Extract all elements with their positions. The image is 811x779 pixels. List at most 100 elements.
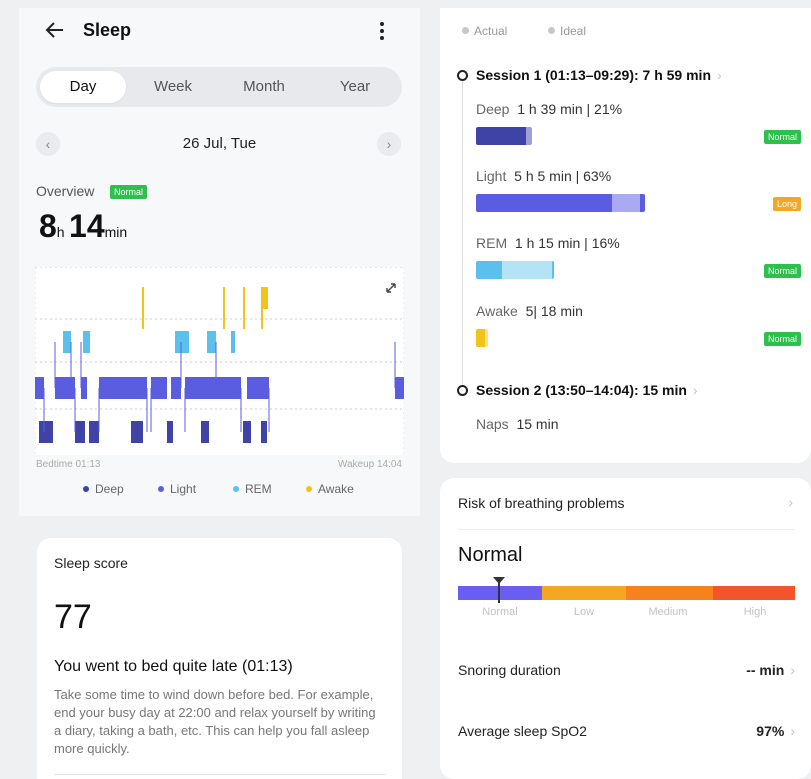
breathing-risk-title[interactable]: Risk of breathing problems xyxy=(458,495,625,511)
more-options-icon[interactable] xyxy=(375,19,389,43)
deep-segment xyxy=(243,421,251,443)
awake-dot-icon xyxy=(306,485,312,492)
light-segment xyxy=(185,377,241,399)
awake-segment xyxy=(243,287,245,329)
snoring-duration-row[interactable]: Snoring duration -- min › xyxy=(458,662,795,678)
session-2-header[interactable]: Session 2 (13:50–14:04): 15 min › xyxy=(476,382,698,398)
overview-status-badge: Normal xyxy=(110,185,148,199)
tab-day[interactable]: Day xyxy=(40,71,126,103)
legend-actual-label: Actual xyxy=(474,24,508,38)
awake-segment xyxy=(142,287,144,329)
current-date: 26 Jul, Tue xyxy=(182,135,257,152)
stage-light-badge: Long xyxy=(772,197,801,211)
tab-month[interactable]: Month xyxy=(221,71,307,103)
deep-segment xyxy=(261,421,267,443)
light-segment xyxy=(35,377,44,399)
rem-segment xyxy=(63,331,71,353)
session-1-label: Session 1 (01:13–09:29): 7 h 59 min xyxy=(476,67,711,83)
next-day-button[interactable]: › xyxy=(377,132,401,156)
wakeup-label: Wakeup 14:04 xyxy=(337,459,402,470)
sleep-score-headline: You went to bed quite late (01:13) xyxy=(54,658,293,675)
chevron-right-icon: › xyxy=(790,723,795,739)
session-timeline-line xyxy=(462,80,463,385)
legend-awake: Awake xyxy=(306,482,354,496)
light-dot-icon xyxy=(158,485,164,492)
stage-awake-label: Awake 5| 18 min xyxy=(476,303,583,319)
chevron-right-icon[interactable]: › xyxy=(788,494,793,510)
page-title: Sleep xyxy=(83,20,132,40)
ideal-dot-icon xyxy=(548,27,555,35)
risk-level-medium-segment xyxy=(626,586,713,600)
sleep-day-panel: Sleep Day Week Month Year ‹ 26 Jul, Tue … xyxy=(19,8,420,516)
chevron-right-icon: › xyxy=(692,382,698,398)
session-2-label: Session 2 (13:50–14:04): 15 min xyxy=(476,382,687,398)
spo2-label: Average sleep SpO2 xyxy=(458,723,587,739)
stage-rem-label: REM 1 h 15 min | 16% xyxy=(476,235,620,251)
rem-segment xyxy=(231,331,235,353)
divider xyxy=(458,529,795,530)
deep-segment xyxy=(89,421,99,443)
stage-deep-name: Deep xyxy=(476,101,510,117)
sleep-score-value: 77 xyxy=(54,598,92,636)
awake-segment xyxy=(223,287,225,329)
legend-rem-label: REM xyxy=(245,482,272,496)
stage-rem-badge: Normal xyxy=(763,264,801,278)
bedtime-label: Bedtime 01:13 xyxy=(36,459,101,470)
light-segment xyxy=(99,377,147,399)
risk-label-low: Low xyxy=(573,606,595,618)
duration-hours-unit: h xyxy=(56,224,65,240)
risk-level-low-segment xyxy=(542,586,626,600)
legend-actual: Actual xyxy=(462,24,507,38)
rem-dot-icon xyxy=(233,485,239,492)
awake-segment xyxy=(261,287,263,329)
date-navigator: ‹ 26 Jul, Tue › xyxy=(19,129,420,159)
legend-ideal-label: Ideal xyxy=(560,24,587,38)
risk-label-high: High xyxy=(743,606,767,618)
sleep-stage-chart[interactable] xyxy=(35,267,404,455)
period-tabs: Day Week Month Year xyxy=(36,67,402,107)
legend-ideal: Ideal xyxy=(548,24,586,38)
deep-segment xyxy=(167,421,173,443)
stage-awake-name: Awake xyxy=(476,303,518,319)
legend-light-label: Light xyxy=(170,482,197,496)
session-2-marker-icon xyxy=(457,385,468,396)
legend-awake-label: Awake xyxy=(318,482,354,496)
legend-deep-label: Deep xyxy=(95,482,124,496)
session-1-marker-icon xyxy=(457,70,468,81)
snoring-duration-value: -- min xyxy=(746,662,785,678)
legend-deep: Deep xyxy=(83,482,124,496)
sleep-score-label: Sleep score xyxy=(54,555,128,571)
stage-deep-badge: Normal xyxy=(763,130,801,144)
awake-segment xyxy=(263,287,268,309)
header: Sleep xyxy=(19,8,420,58)
stage-deep-label: Deep 1 h 39 min | 21% xyxy=(476,101,622,117)
breathing-risk-status: Normal xyxy=(458,544,523,566)
tab-year[interactable]: Year xyxy=(312,71,398,103)
rem-segment xyxy=(83,331,90,353)
light-segment xyxy=(151,377,167,399)
snoring-duration-label: Snoring duration xyxy=(458,662,561,678)
rem-segment xyxy=(207,331,216,353)
overview-label: Overview xyxy=(36,183,95,199)
actual-dot-icon xyxy=(462,27,469,35)
back-arrow-icon[interactable] xyxy=(43,18,67,42)
risk-level-high-segment xyxy=(713,586,795,600)
stage-rem-value: 1 h 15 min | 16% xyxy=(514,235,620,251)
stage-rem-name: REM xyxy=(476,235,508,251)
stage-deep-bar xyxy=(476,127,532,145)
spo2-row[interactable]: Average sleep SpO2 97% › xyxy=(458,723,795,739)
breathing-risk-card: Risk of breathing problems › Normal Norm… xyxy=(440,478,811,779)
light-segment xyxy=(247,377,269,399)
stage-awake-value: 5| 18 min xyxy=(525,303,583,319)
deep-segment xyxy=(131,421,143,443)
duration-minutes: 14 xyxy=(69,208,105,244)
tab-week[interactable]: Week xyxy=(130,71,216,103)
naps-label: Naps xyxy=(476,416,509,432)
duration-minutes-unit: min xyxy=(104,224,128,240)
session-1-header[interactable]: Session 1 (01:13–09:29): 7 h 59 min › xyxy=(476,67,722,83)
deep-segment xyxy=(39,421,53,443)
deep-dot-icon xyxy=(83,485,89,492)
sleep-score-card[interactable]: Sleep score 77 You went to bed quite lat… xyxy=(37,538,402,779)
stage-light-label: Light 5 h 5 min | 63% xyxy=(476,168,611,184)
total-sleep-duration: 8h 14min xyxy=(39,208,127,245)
